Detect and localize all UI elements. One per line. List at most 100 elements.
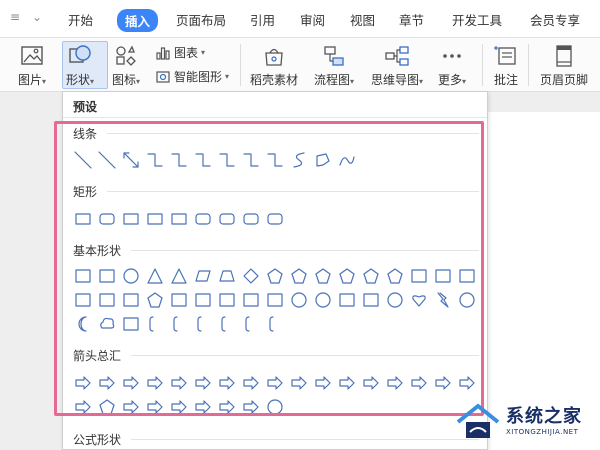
- pentagon-arrow-icon[interactable]: [95, 396, 119, 418]
- smiley-face-icon[interactable]: [383, 289, 407, 311]
- pentagon-icon[interactable]: [263, 265, 287, 287]
- oval-icon[interactable]: [119, 265, 143, 287]
- more-button[interactable]: 更多▾: [438, 44, 466, 88]
- right-brace-icon[interactable]: [263, 313, 287, 335]
- tab-insert[interactable]: 插入: [117, 9, 159, 32]
- right-bracket-icon[interactable]: [215, 313, 239, 335]
- snip-same-side-rectangle-icon[interactable]: [143, 208, 167, 230]
- curved-arrow-connector-icon[interactable]: [239, 149, 263, 171]
- curved-up-arrow-icon[interactable]: [407, 372, 431, 394]
- tab-member[interactable]: 会员专享: [530, 10, 580, 29]
- shape-button[interactable]: 形状▾: [66, 44, 94, 88]
- tab-sections[interactable]: 章节: [399, 10, 424, 29]
- quad-arrow-callout-icon[interactable]: [239, 396, 263, 418]
- double-arrow-line-icon[interactable]: [119, 149, 143, 171]
- u-turn-arrow-icon[interactable]: [287, 372, 311, 394]
- cloud-icon[interactable]: [95, 313, 119, 335]
- snip-round-rectangle-icon[interactable]: [191, 208, 215, 230]
- cross-icon[interactable]: [167, 289, 191, 311]
- heart-icon[interactable]: [407, 289, 431, 311]
- daoke-material-button[interactable]: 稻壳素材: [250, 44, 298, 88]
- chart-button[interactable]: 图表 ▾: [155, 44, 205, 61]
- round-single-corner-rectangle-icon[interactable]: [215, 208, 239, 230]
- chord-icon[interactable]: [431, 265, 455, 287]
- down-arrow-icon[interactable]: [143, 372, 167, 394]
- text-box-icon[interactable]: [71, 265, 95, 287]
- hexagon-icon[interactable]: [287, 265, 311, 287]
- frame-icon[interactable]: [71, 289, 95, 311]
- striped-right-arrow-icon[interactable]: [455, 372, 479, 394]
- bent-up-arrow-icon[interactable]: [335, 372, 359, 394]
- tab-references[interactable]: 引用: [250, 10, 275, 29]
- sun-icon[interactable]: [455, 289, 479, 311]
- snip-single-corner-rectangle-icon[interactable]: [119, 208, 143, 230]
- mindmap-button[interactable]: 思维导图▾: [371, 44, 423, 88]
- elbow-double-arrow-connector-icon[interactable]: [191, 149, 215, 171]
- up-arrow-callout-icon[interactable]: [191, 396, 215, 418]
- freeform-icon[interactable]: [311, 149, 335, 171]
- tab-view[interactable]: 视图: [350, 10, 375, 29]
- pie-icon[interactable]: [407, 265, 431, 287]
- folded-corner-icon[interactable]: [359, 289, 383, 311]
- diagonal-stripe-icon[interactable]: [143, 289, 167, 311]
- l-shape-icon[interactable]: [119, 289, 143, 311]
- arrow-line-icon[interactable]: [95, 149, 119, 171]
- elbow-connector-icon[interactable]: [143, 149, 167, 171]
- scribble-icon[interactable]: [335, 149, 359, 171]
- left-bracket-icon[interactable]: [191, 313, 215, 335]
- up-down-arrow-icon[interactable]: [191, 372, 215, 394]
- curved-double-arrow-connector-icon[interactable]: [263, 149, 287, 171]
- curved-connector-icon[interactable]: [215, 149, 239, 171]
- right-triangle-icon[interactable]: [167, 265, 191, 287]
- down-arrow-callout-icon[interactable]: [215, 396, 239, 418]
- snip-diagonal-rectangle-icon[interactable]: [167, 208, 191, 230]
- left-arrow-callout-icon[interactable]: [167, 396, 191, 418]
- decagon-icon[interactable]: [359, 265, 383, 287]
- teardrop-icon[interactable]: [455, 265, 479, 287]
- octagon-icon[interactable]: [335, 265, 359, 287]
- double-bracket-icon[interactable]: [143, 313, 167, 335]
- chevron-arrow-icon[interactable]: [119, 396, 143, 418]
- picture-button[interactable]: 图片▾: [18, 44, 46, 88]
- quad-arrow-icon[interactable]: [215, 372, 239, 394]
- round-same-side-rectangle-icon[interactable]: [239, 208, 263, 230]
- notched-right-arrow-icon[interactable]: [71, 396, 95, 418]
- triangle-icon[interactable]: [143, 265, 167, 287]
- tab-review[interactable]: 审阅: [300, 10, 325, 29]
- elbow-arrow-connector-icon[interactable]: [167, 149, 191, 171]
- diamond-icon[interactable]: [239, 265, 263, 287]
- left-arrow-icon[interactable]: [95, 372, 119, 394]
- flowchart-button[interactable]: 流程图▾: [314, 44, 354, 88]
- bevel-icon[interactable]: [263, 289, 287, 311]
- chevron-down-icon[interactable]: ⌄: [30, 10, 44, 24]
- can-icon[interactable]: [215, 289, 239, 311]
- line-icon[interactable]: [71, 149, 95, 171]
- rounded-rectangle-icon[interactable]: [95, 208, 119, 230]
- right-arrow-icon[interactable]: [71, 372, 95, 394]
- cube-icon[interactable]: [239, 289, 263, 311]
- dodecagon-icon[interactable]: [383, 265, 407, 287]
- lightning-bolt-icon[interactable]: [431, 289, 455, 311]
- half-frame-icon[interactable]: [95, 289, 119, 311]
- heptagon-icon[interactable]: [311, 265, 335, 287]
- right-arrow-callout-icon[interactable]: [143, 396, 167, 418]
- plaque-icon[interactable]: [191, 289, 215, 311]
- no-symbol-icon[interactable]: [311, 289, 335, 311]
- donut-icon[interactable]: [287, 289, 311, 311]
- header-footer-button[interactable]: 页眉页脚: [540, 44, 588, 88]
- left-right-arrow-icon[interactable]: [167, 372, 191, 394]
- bent-arrow-icon[interactable]: [263, 372, 287, 394]
- round-diagonal-rectangle-icon[interactable]: [263, 208, 287, 230]
- left-right-up-arrow-icon[interactable]: [239, 372, 263, 394]
- icon-button[interactable]: 图标▾: [112, 44, 140, 88]
- block-arc-icon[interactable]: [335, 289, 359, 311]
- curved-left-arrow-icon[interactable]: [383, 372, 407, 394]
- parallelogram-icon[interactable]: [191, 265, 215, 287]
- curved-down-arrow-icon[interactable]: [431, 372, 455, 394]
- moon-icon[interactable]: [71, 313, 95, 335]
- circular-arrow-icon[interactable]: [263, 396, 287, 418]
- menu-lines-icon[interactable]: ≡: [8, 10, 22, 24]
- trapezoid-icon[interactable]: [215, 265, 239, 287]
- curve-icon[interactable]: [287, 149, 311, 171]
- comment-button[interactable]: 批注: [493, 44, 519, 88]
